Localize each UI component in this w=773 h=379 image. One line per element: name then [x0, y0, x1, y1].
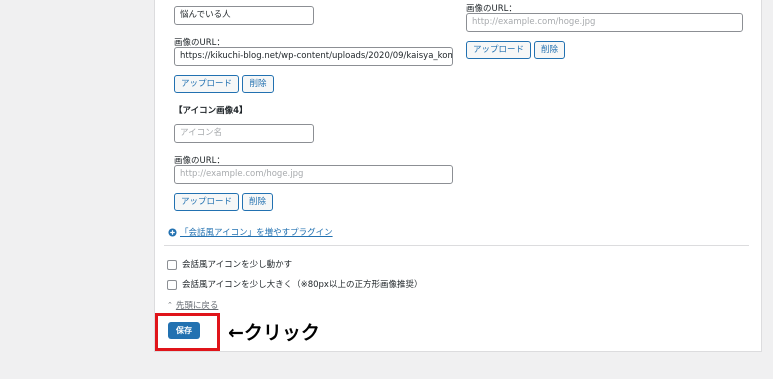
icon4-name-input[interactable]: アイコン名 [174, 124, 314, 143]
option-checkbox-enlarge[interactable] [167, 280, 177, 290]
option-checkbox-move[interactable] [167, 260, 177, 270]
icon3-upload-button[interactable]: アップロード [174, 75, 239, 93]
icon3-name-input[interactable]: 悩んでいる人 [174, 6, 314, 25]
icon4-delete-button[interactable]: 削除 [242, 193, 273, 211]
icon4-heading: 【アイコン画像4】 [174, 106, 248, 116]
col2-url-input[interactable]: http://example.com/hoge.jpg [466, 13, 743, 32]
icon4-url-input[interactable]: http://example.com/hoge.jpg [174, 165, 453, 184]
icon3-url-input[interactable]: https://kikuchi-blog.net/wp-content/uplo… [174, 47, 453, 66]
back-to-top-link[interactable]: 先頭に戻る [176, 299, 219, 311]
col2-delete-button[interactable]: 削除 [534, 41, 565, 59]
plus-circle-icon [168, 227, 177, 237]
icon4-upload-button[interactable]: アップロード [174, 193, 239, 211]
plugin-link[interactable]: 「会話風アイコン」を増やすプラグイン [180, 226, 333, 238]
col2-upload-button[interactable]: アップロード [466, 41, 531, 59]
double-chevron-up-icon: ⌃ [167, 301, 173, 309]
highlight-box [155, 313, 220, 351]
click-annotation: ←クリック [228, 322, 320, 344]
divider [164, 245, 749, 246]
option-label-enlarge: 会話風アイコンを少し大きく（※80px以上の正方形画像推奨） [182, 280, 423, 290]
option-label-move: 会話風アイコンを少し動かす [182, 260, 293, 270]
icon3-delete-button[interactable]: 削除 [242, 75, 274, 93]
back-to-top-row[interactable]: ⌃ 先頭に戻る [167, 299, 218, 311]
plugin-link-row[interactable]: 「会話風アイコン」を増やすプラグイン [168, 226, 333, 238]
